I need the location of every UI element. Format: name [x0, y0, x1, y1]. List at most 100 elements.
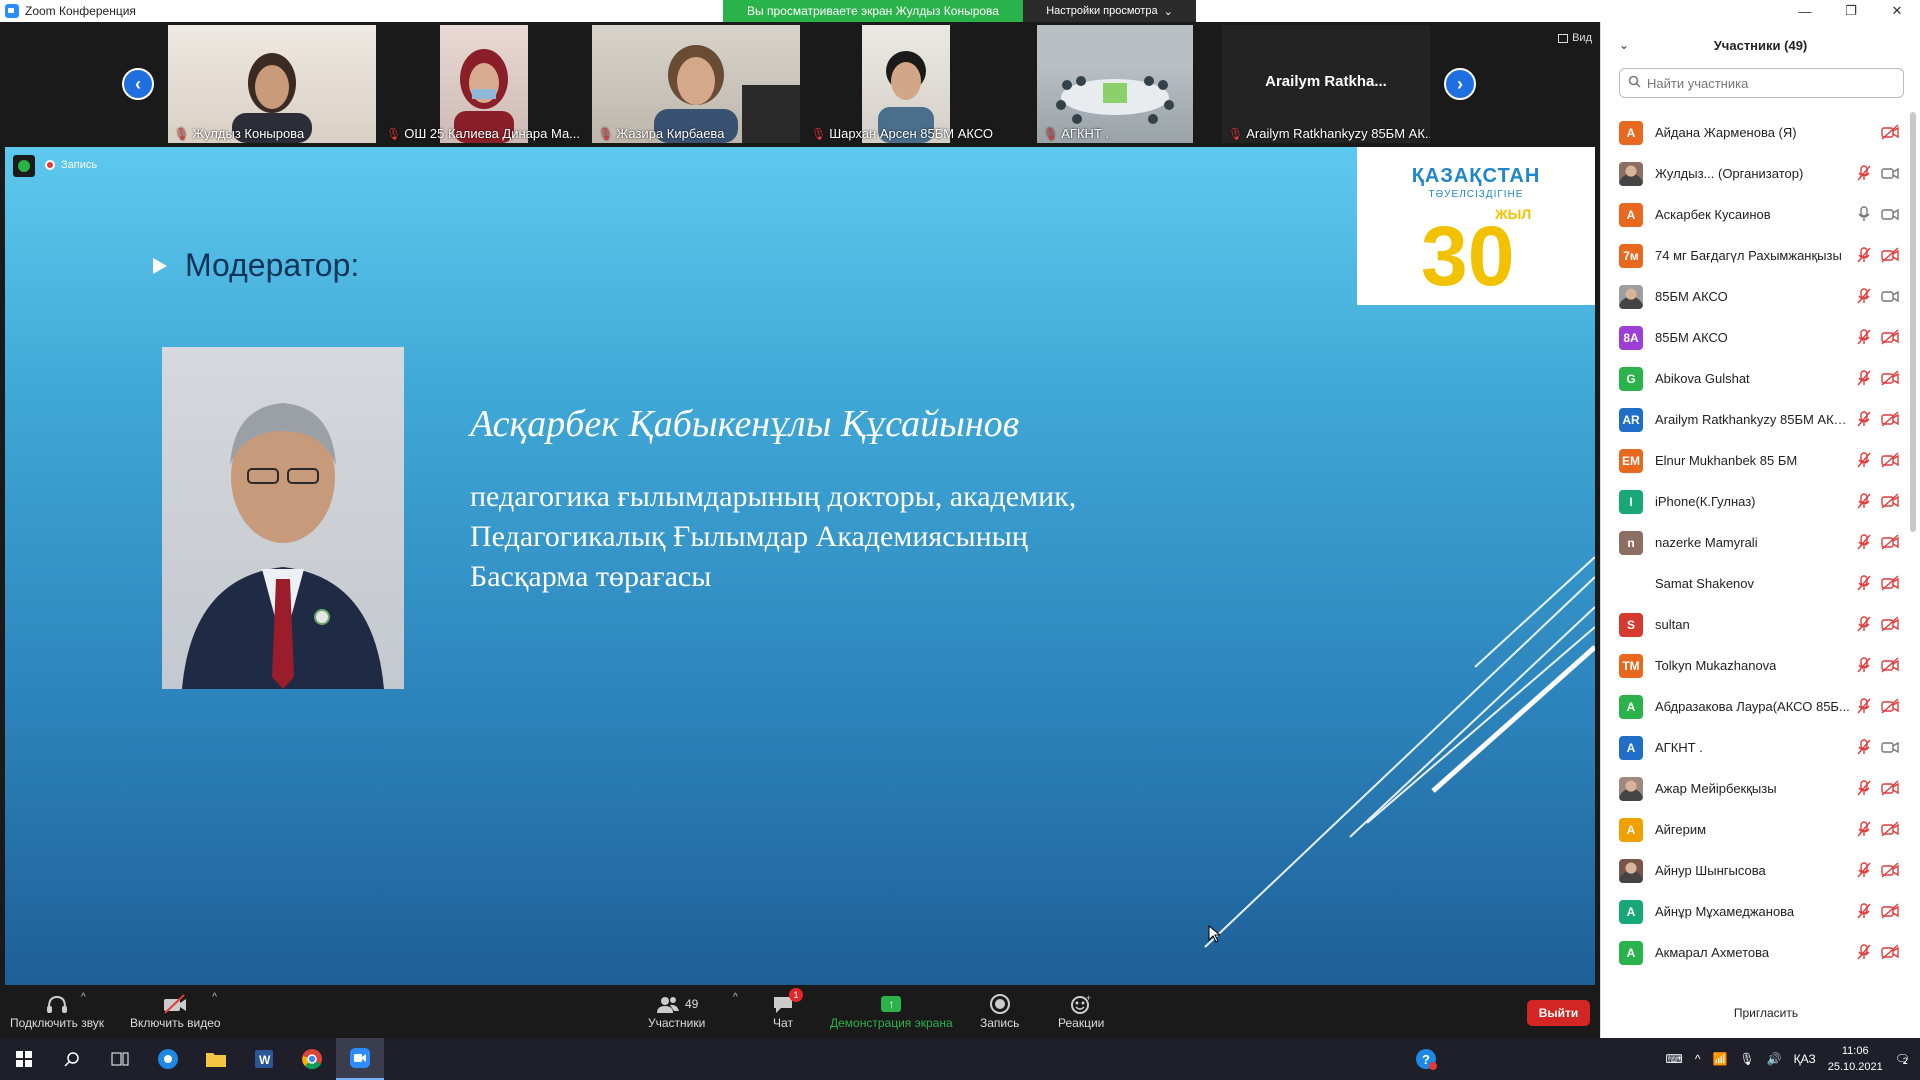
participant-status-icons: [1857, 288, 1899, 304]
taskbar-app-1[interactable]: [144, 1038, 192, 1080]
leave-meeting-button[interactable]: Выйти: [1527, 1000, 1590, 1026]
filmstrip-prev-button[interactable]: ‹: [122, 68, 154, 100]
video-off-icon: ^: [162, 992, 217, 1016]
chevron-up-icon[interactable]: ^: [733, 992, 738, 1003]
participant-row[interactable]: А Акмарал Ахметова: [1601, 932, 1907, 973]
restore-button[interactable]: ❐: [1828, 0, 1874, 22]
view-options-label: Настройки просмотра: [1046, 5, 1158, 17]
participant-row[interactable]: Samat Shakenov: [1601, 563, 1907, 604]
participant-row[interactable]: TM Tolkyn Mukazhanova: [1601, 645, 1907, 686]
participant-name: Tolkyn Mukazhanova: [1655, 658, 1777, 673]
share-screen-button[interactable]: ↑ Демонстрация экрана: [830, 992, 953, 1030]
video-off-icon: [1881, 780, 1899, 796]
start-button[interactable]: [0, 1038, 48, 1080]
join-audio-button[interactable]: ^ Подключить звук: [10, 992, 104, 1030]
language-indicator[interactable]: ҚАЗ: [1794, 1052, 1816, 1066]
moderator-photo: [162, 347, 404, 689]
video-off-icon: [1881, 370, 1899, 386]
video-tile[interactable]: 🎙 Жулдыз Конырова: [168, 25, 376, 143]
participant-name: 74 мг Бағдагүл Рахымжанқызы: [1655, 248, 1842, 263]
mic-off-icon: [1857, 698, 1871, 714]
participant-row[interactable]: IiPhone(К.Гулназ): [1601, 481, 1907, 522]
participant-row[interactable]: А Абдразакова Лаура(АКСО 85Б...: [1601, 686, 1907, 727]
taskbar-zoom[interactable]: [336, 1038, 384, 1080]
svg-text:30: 30: [1421, 209, 1514, 303]
mic-off-icon: [1857, 616, 1871, 632]
volume-icon[interactable]: 🔊: [1767, 1052, 1782, 1066]
avatar: А: [1619, 735, 1643, 760]
mic-off-icon: [1857, 329, 1871, 345]
close-button[interactable]: ✕: [1874, 0, 1920, 22]
avatar: [1619, 571, 1643, 596]
reactions-icon: +: [1069, 992, 1093, 1016]
participant-row[interactable]: EM Elnur Mukhanbek 85 БМ: [1601, 440, 1907, 481]
chat-button[interactable]: 1 Чат: [771, 988, 803, 1030]
participant-row[interactable]: Ажар Мейірбекқызы: [1601, 768, 1907, 809]
chevron-down-icon[interactable]: ⌄: [1619, 38, 1629, 52]
clock[interactable]: 11:06 25.10.2021: [1828, 1043, 1883, 1075]
grid-icon: [1558, 33, 1569, 43]
participant-search[interactable]: [1619, 68, 1904, 98]
participant-row[interactable]: А Айдана Жарменова (Я): [1601, 112, 1907, 153]
participant-status-icons: [1857, 124, 1899, 140]
recording-indicator: Запись: [45, 159, 97, 171]
participant-row[interactable]: Айнур Шынгысова: [1601, 850, 1907, 891]
participant-row[interactable]: AR Arailym Ratkhankyzy 85БМ АКСО: [1601, 399, 1907, 440]
participant-row[interactable]: 85БМ АКСО: [1601, 276, 1907, 317]
shared-screen-slide: Запись Модератор: Асқарбек Қабыкенұлы Құ…: [5, 147, 1595, 985]
search-button[interactable]: [48, 1038, 96, 1080]
taskbar-chrome[interactable]: [288, 1038, 336, 1080]
participant-row[interactable]: G Abikova Gulshat: [1601, 358, 1907, 399]
mic-off-icon: [1857, 247, 1871, 263]
keyboard-icon[interactable]: ⌨: [1665, 1052, 1682, 1066]
svg-text:ЖЫЛ: ЖЫЛ: [1494, 206, 1531, 222]
tile-big-name: Arailym Ratkha...: [1265, 73, 1387, 90]
participant-row[interactable]: А Айгерим: [1601, 809, 1907, 850]
participant-status-icons: [1857, 165, 1899, 181]
participant-row[interactable]: 8А 85БМ АКСО: [1601, 317, 1907, 358]
start-video-button[interactable]: ^ Включить видео: [130, 992, 221, 1030]
taskbar-file-explorer[interactable]: [192, 1038, 240, 1080]
reactions-button[interactable]: + Реакции: [1058, 992, 1104, 1030]
participant-row[interactable]: А Аскарбек Кусаинов: [1601, 194, 1907, 235]
chevron-up-icon[interactable]: ^: [81, 992, 86, 1003]
participant-row[interactable]: Ssultan: [1601, 604, 1907, 645]
participant-search-input[interactable]: [1647, 75, 1887, 91]
participant-name: iPhone(К.Гулназ): [1655, 494, 1756, 509]
participant-row[interactable]: n nazerke Mamyrali: [1601, 522, 1907, 563]
view-button[interactable]: Вид: [1558, 32, 1592, 44]
task-view-button[interactable]: [96, 1038, 144, 1080]
help-icon[interactable]: ?: [1415, 1048, 1437, 1075]
filmstrip-next-button[interactable]: ›: [1444, 68, 1476, 100]
video-tile[interactable]: Arailym Ratkha... 🎙 Arailym Ratkhankyzy 8…: [1222, 25, 1430, 143]
mic-off-icon: [1857, 165, 1871, 181]
taskbar-word[interactable]: W: [240, 1038, 288, 1080]
video-tile[interactable]: 🎙 АГКНТ .: [1037, 25, 1193, 143]
participants-button[interactable]: 49 ^ Участники: [648, 992, 738, 1030]
mic-off-icon: 🎙: [598, 126, 614, 141]
participant-name: Samat Shakenov: [1655, 576, 1755, 591]
video-icon: [1881, 165, 1899, 181]
participant-row[interactable]: 7м 74 мг Бағдагүл Рахымжанқызы: [1601, 235, 1907, 276]
video-tile[interactable]: 🎙 Жазира Кирбаева: [592, 25, 800, 143]
network-icon[interactable]: 📶: [1712, 1052, 1727, 1066]
moderator-name: Асқарбек Қабыкенұлы Құсайынов: [470, 403, 1020, 445]
participant-row[interactable]: А АГКНТ .: [1601, 727, 1907, 768]
participant-row[interactable]: Жулдыз... (Организатор): [1601, 153, 1907, 194]
participant-list-scrollbar[interactable]: [1910, 112, 1916, 982]
scrollbar-thumb[interactable]: [1910, 112, 1916, 532]
minimize-button[interactable]: —: [1782, 0, 1828, 22]
mic-off-icon: [1857, 903, 1871, 919]
notifications-icon[interactable]: 🗨 2: [1895, 1052, 1910, 1066]
chevron-up-icon[interactable]: ^: [212, 992, 217, 1003]
mic-off-icon: [1857, 411, 1871, 427]
chevron-up-icon[interactable]: ^: [1695, 1052, 1701, 1066]
participant-row[interactable]: А Айнұр Мұхамеджанова: [1601, 891, 1907, 932]
record-button[interactable]: Запись: [980, 992, 1019, 1030]
participant-name: Айгерим: [1655, 822, 1707, 837]
avatar: [1619, 858, 1643, 883]
portrait-image: [182, 403, 384, 689]
invite-button[interactable]: Пригласить: [1721, 1000, 1811, 1026]
view-options-dropdown[interactable]: Настройки просмотра ⌄: [1023, 0, 1196, 22]
microphone-icon[interactable]: 🎙: [1739, 1052, 1754, 1066]
